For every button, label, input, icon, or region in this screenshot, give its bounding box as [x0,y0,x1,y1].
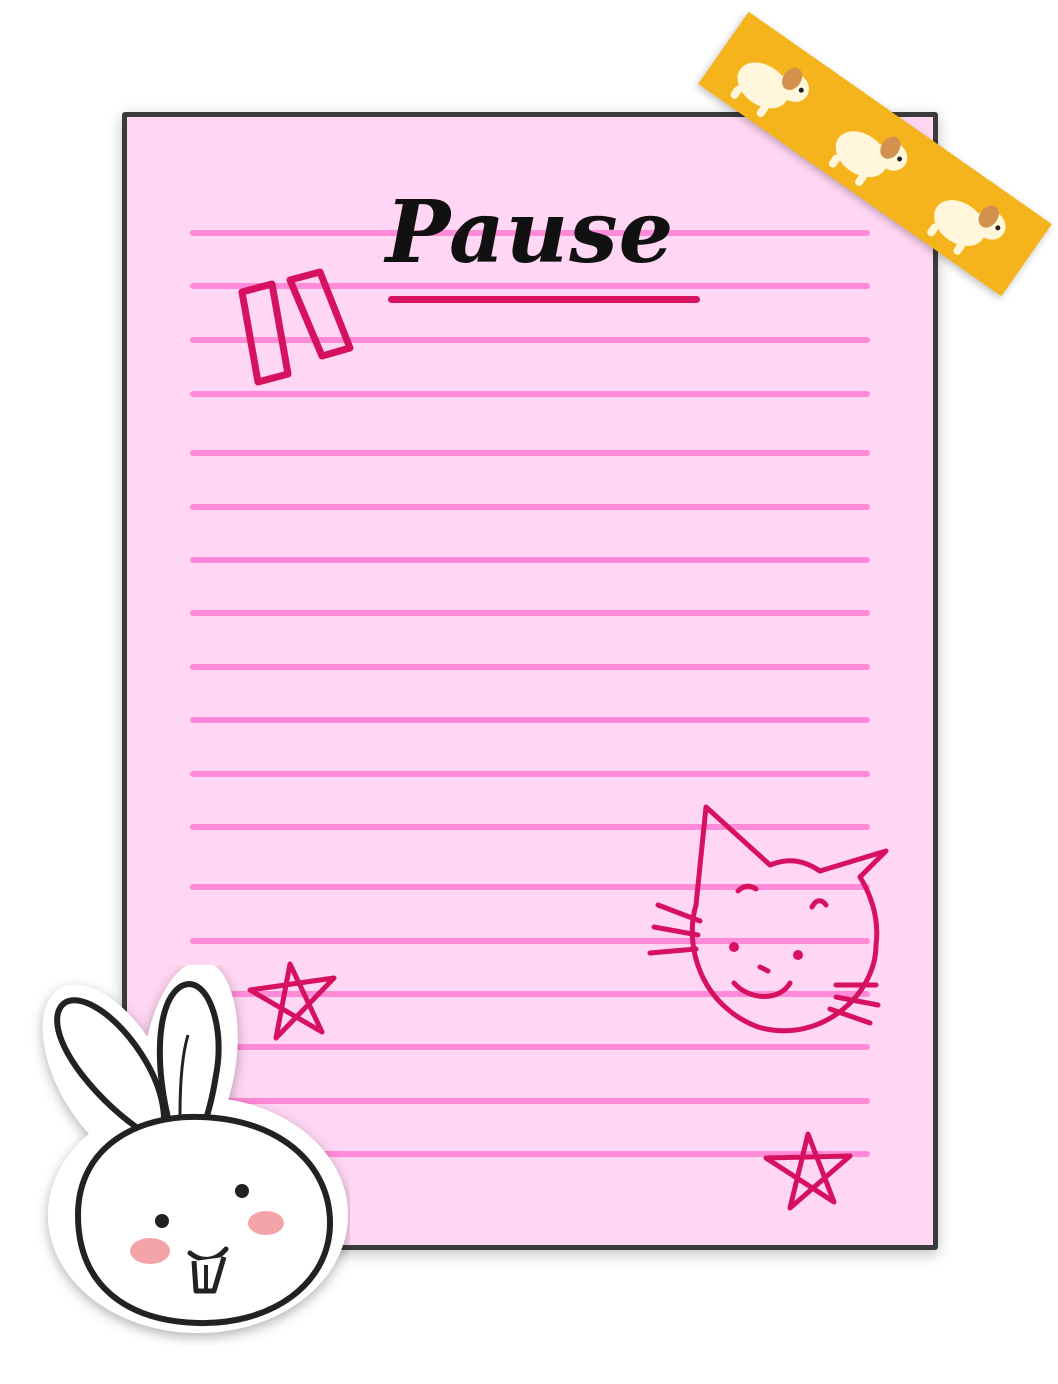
pause-icon [238,268,354,386]
ruled-line [190,717,870,723]
page-title: Pause [385,182,675,283]
ruled-line [190,450,870,456]
ruled-line [190,504,870,510]
cat-face-icon [647,804,889,1034]
bunny-face-icon [42,965,348,1333]
title-underline [388,296,700,303]
ruled-line [190,771,870,777]
ruled-line [190,610,870,616]
ruled-line [190,664,870,670]
note-scene: Pause [0,0,1058,1384]
star-icon [763,1131,853,1211]
ruled-line [190,557,870,563]
